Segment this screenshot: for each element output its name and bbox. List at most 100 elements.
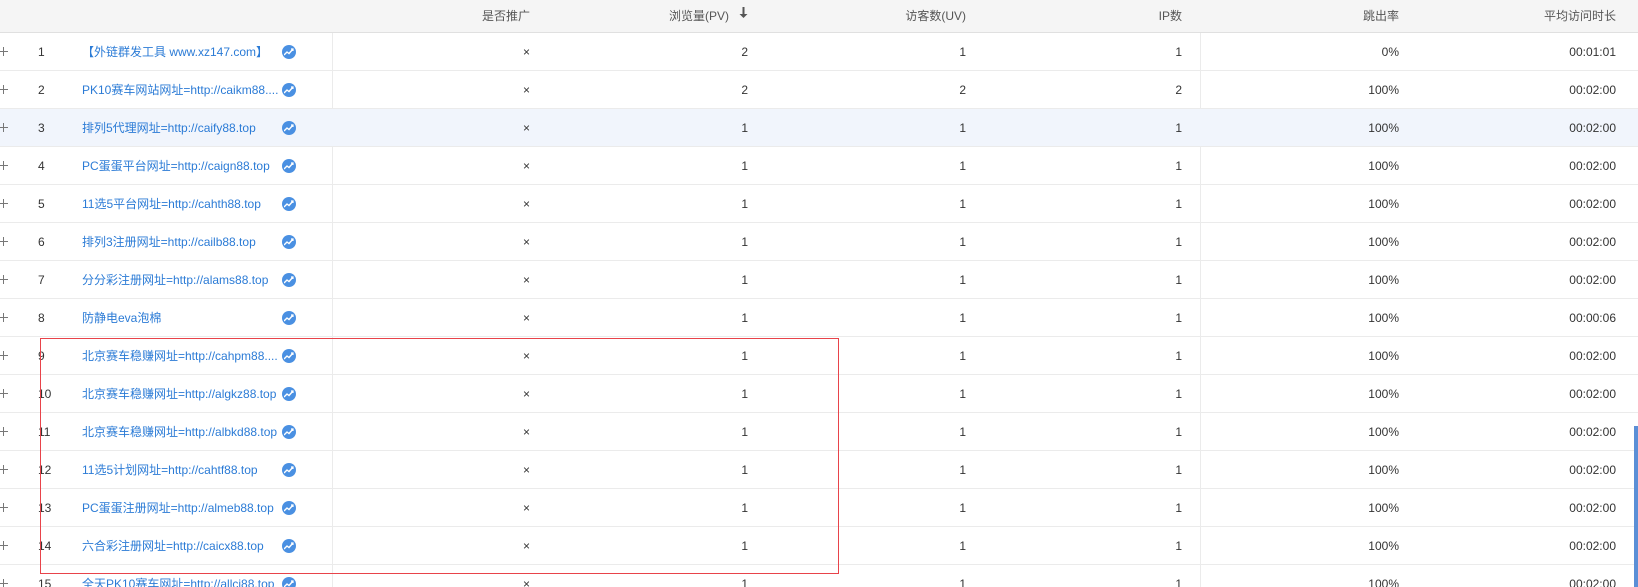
source-link[interactable]: 北京赛车稳赚网址=http://cahpm88.... (82, 337, 280, 374)
table-row[interactable]: 5 11选5平台网址=http://cahth88.top × 1 1 1 100% 00:0… (0, 185, 1638, 223)
source-link[interactable]: 11选5平台网址=http://cahth88.top (82, 185, 280, 222)
header-bounce[interactable]: 跳出率 (1210, 0, 1399, 32)
expand-plus-icon[interactable] (0, 337, 10, 374)
source-link[interactable]: 六合彩注册网址=http://caicx88.top (82, 527, 280, 564)
trend-cell[interactable] (280, 565, 298, 587)
table-row[interactable]: 10 北京赛车稳赚网址=http://algkz88.top × 1 1 1 100% 00:… (0, 375, 1638, 413)
table-row[interactable]: 13 PC蛋蛋注册网址=http://almeb88.top × 1 1 1 100% 00:… (0, 489, 1638, 527)
expand-plus-icon[interactable] (0, 527, 10, 564)
table-row[interactable]: 3 排列5代理网址=http://caify88.top × 1 1 1 100% 00:02… (0, 109, 1638, 147)
expand-plus-icon[interactable] (0, 71, 10, 108)
source-link-text[interactable]: PK10赛车网站网址=http://caikm88.... (82, 81, 278, 98)
trend-chart-icon[interactable] (282, 538, 296, 553)
source-link-text[interactable]: 排列3注册网址=http://cailb88.top (82, 233, 256, 250)
trend-cell[interactable] (280, 375, 298, 412)
table-row[interactable]: 15 全天PK10赛车网址=http://allci88.top × 1 1 1 100% 0… (0, 565, 1638, 587)
source-link-text[interactable]: 北京赛车稳赚网址=http://algkz88.top (82, 385, 276, 402)
trend-chart-icon[interactable] (282, 424, 296, 439)
source-link-text[interactable]: 11选5计划网址=http://cahtf88.top (82, 461, 258, 478)
source-link[interactable]: 全天PK10赛车网址=http://allci88.top (82, 565, 280, 587)
source-link[interactable]: 分分彩注册网址=http://alams88.top (82, 261, 280, 298)
trend-chart-icon[interactable] (282, 386, 296, 401)
source-link[interactable]: 【外链群发工具 www.xz147.com】 (82, 33, 280, 70)
expand-plus-icon[interactable] (0, 33, 10, 70)
trend-chart-icon[interactable] (282, 158, 296, 173)
table-row[interactable]: 6 排列3注册网址=http://cailb88.top × 1 1 1 100% 00:02… (0, 223, 1638, 261)
sort-down-arrow-icon[interactable] (739, 7, 748, 21)
source-link[interactable]: 11选5计划网址=http://cahtf88.top (82, 451, 280, 488)
table-row[interactable]: 4 PC蛋蛋平台网址=http://caign88.top × 1 1 1 100% 00:0… (0, 147, 1638, 185)
expand-plus-icon[interactable] (0, 261, 10, 298)
trend-cell[interactable] (280, 185, 298, 222)
expand-plus-icon[interactable] (0, 489, 10, 526)
trend-cell[interactable] (280, 147, 298, 184)
expand-plus-icon[interactable] (0, 185, 10, 222)
source-link-text[interactable]: PC蛋蛋平台网址=http://caign88.top (82, 157, 270, 174)
source-link[interactable]: 排列3注册网址=http://cailb88.top (82, 223, 280, 260)
table-row[interactable]: 11 北京赛车稳赚网址=http://albkd88.top × 1 1 1 100% 00:… (0, 413, 1638, 451)
trend-chart-icon[interactable] (282, 500, 296, 515)
table-row[interactable]: 7 分分彩注册网址=http://alams88.top × 1 1 1 100% 00:02… (0, 261, 1638, 299)
header-promotion[interactable]: 是否推广 (340, 0, 530, 32)
source-link[interactable]: 北京赛车稳赚网址=http://algkz88.top (82, 375, 280, 412)
table-row[interactable]: 9 北京赛车稳赚网址=http://cahpm88.... × 1 1 1 100% 00:0… (0, 337, 1638, 375)
table-row[interactable]: 8 防静电eva泡棉 × 1 1 1 100% 00:00:06 (0, 299, 1638, 337)
trend-chart-icon[interactable] (282, 196, 296, 211)
trend-cell[interactable] (280, 71, 298, 108)
source-link-text[interactable]: 北京赛车稳赚网址=http://cahpm88.... (82, 347, 278, 364)
source-link-text[interactable]: 分分彩注册网址=http://alams88.top (82, 271, 268, 288)
source-link[interactable]: PK10赛车网站网址=http://caikm88.... (82, 71, 280, 108)
header-uv[interactable]: 访客数(UV) (780, 0, 966, 32)
source-link[interactable]: PC蛋蛋注册网址=http://almeb88.top (82, 489, 280, 526)
source-link-text[interactable]: 防静电eva泡棉 (82, 309, 161, 326)
trend-cell[interactable] (280, 337, 298, 374)
source-link-text[interactable]: 北京赛车稳赚网址=http://albkd88.top (82, 423, 277, 440)
expand-plus-icon[interactable] (0, 109, 10, 146)
trend-cell[interactable] (280, 33, 298, 70)
expand-plus-icon[interactable] (0, 147, 10, 184)
source-link-text[interactable]: 【外链群发工具 www.xz147.com】 (82, 43, 268, 60)
source-link-text[interactable]: PC蛋蛋注册网址=http://almeb88.top (82, 499, 274, 516)
trend-cell[interactable] (280, 527, 298, 564)
trend-cell[interactable] (280, 261, 298, 298)
trend-cell[interactable] (280, 489, 298, 526)
trend-cell[interactable] (280, 413, 298, 450)
expand-plus-icon[interactable] (0, 299, 10, 336)
table-row[interactable]: 1 【外链群发工具 www.xz147.com】 × 2 1 1 0% 00:01:01 (0, 33, 1638, 71)
trend-chart-icon[interactable] (282, 120, 296, 135)
table-row[interactable]: 14 六合彩注册网址=http://caicx88.top × 1 1 1 100% 00:0… (0, 527, 1638, 565)
source-link[interactable]: 防静电eva泡棉 (82, 299, 280, 336)
trend-cell[interactable] (280, 109, 298, 146)
trend-chart-icon[interactable] (282, 576, 296, 587)
source-link[interactable]: PC蛋蛋平台网址=http://caign88.top (82, 147, 280, 184)
pv-value: 2 (741, 82, 748, 97)
trend-chart-icon[interactable] (282, 44, 296, 59)
header-ip[interactable]: IP数 (990, 0, 1182, 32)
expand-plus-icon[interactable] (0, 375, 10, 412)
trend-chart-icon[interactable] (282, 272, 296, 287)
trend-chart-icon[interactable] (282, 310, 296, 325)
trend-chart-icon[interactable] (282, 348, 296, 363)
source-link-text[interactable]: 六合彩注册网址=http://caicx88.top (82, 537, 264, 554)
expand-plus-icon[interactable] (0, 413, 10, 450)
ip-value: 1 (1175, 462, 1182, 477)
trend-chart-icon[interactable] (282, 82, 296, 97)
source-link[interactable]: 北京赛车稳赚网址=http://albkd88.top (82, 413, 280, 450)
source-link-text[interactable]: 全天PK10赛车网址=http://allci88.top (82, 575, 274, 587)
source-link-text[interactable]: 排列5代理网址=http://caify88.top (82, 119, 256, 136)
expand-plus-icon[interactable] (0, 565, 10, 587)
trend-cell[interactable] (280, 223, 298, 260)
trend-chart-icon[interactable] (282, 234, 296, 249)
scrollbar-thumb[interactable] (1634, 426, 1638, 587)
trend-chart-icon[interactable] (282, 462, 296, 477)
source-link[interactable]: 排列5代理网址=http://caify88.top (82, 109, 280, 146)
expand-plus-icon[interactable] (0, 223, 10, 260)
trend-cell[interactable] (280, 299, 298, 336)
header-avg-time[interactable]: 平均访问时长 (1420, 0, 1616, 32)
table-row[interactable]: 12 11选5计划网址=http://cahtf88.top × 1 1 1 100% 00:… (0, 451, 1638, 489)
header-pv[interactable]: 浏览量(PV) (560, 0, 748, 32)
expand-plus-icon[interactable] (0, 451, 10, 488)
table-row[interactable]: 2 PK10赛车网站网址=http://caikm88.... × 2 2 2 100% 00… (0, 71, 1638, 109)
source-link-text[interactable]: 11选5平台网址=http://cahth88.top (82, 195, 261, 212)
trend-cell[interactable] (280, 451, 298, 488)
